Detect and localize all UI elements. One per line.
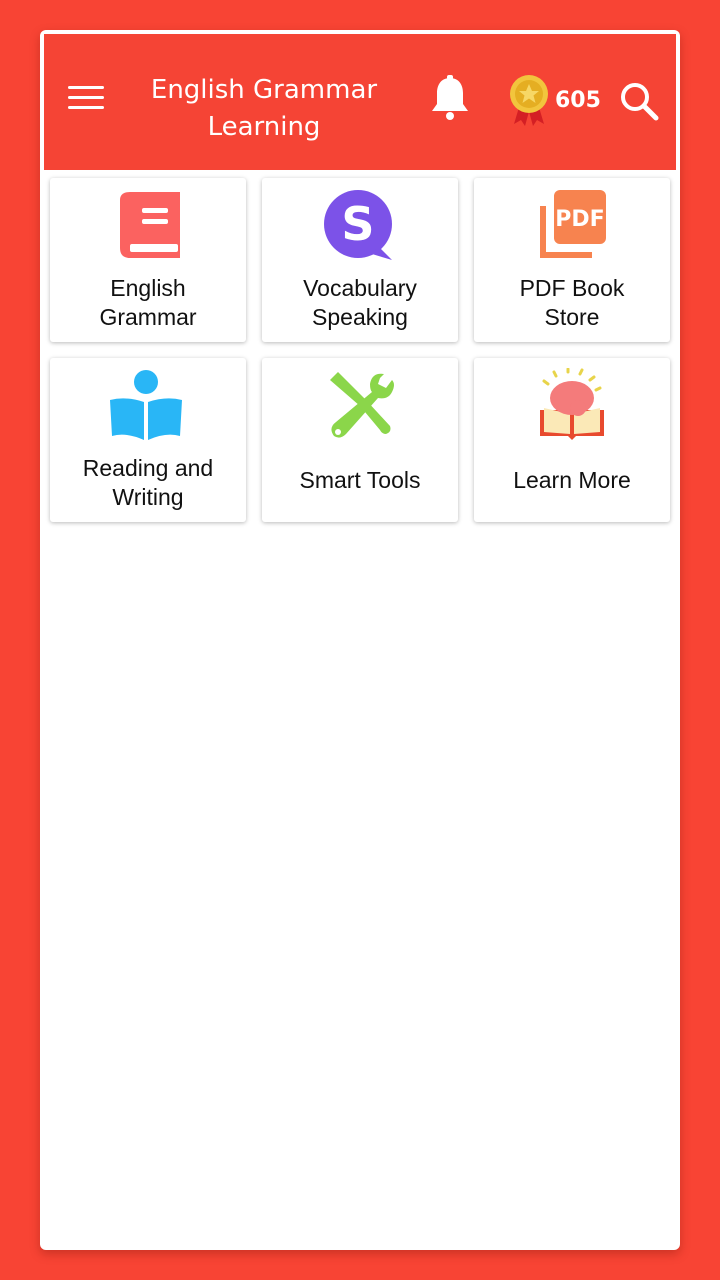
card-label-line-2: Store — [544, 304, 600, 330]
brain-book-icon — [540, 368, 604, 440]
menu-icon-bar — [68, 96, 104, 99]
card-label-line-1: Vocabulary — [303, 275, 417, 301]
medal-icon — [510, 75, 548, 126]
page-title: English Grammar Learning — [124, 72, 404, 146]
search-icon[interactable] — [618, 80, 660, 122]
title-line-2: Learning — [207, 112, 321, 142]
menu-card-vocabulary-speaking[interactable]: S Vocabulary Speaking — [262, 178, 458, 342]
menu-card-smart-tools[interactable]: Smart Tools — [262, 358, 458, 522]
menu-card-english-grammar[interactable]: English Grammar — [50, 178, 246, 342]
score-count: 605 — [555, 88, 601, 113]
menu-grid: English Grammar S Vocabulary Speaking PD… — [50, 178, 670, 522]
card-label-line-1: English — [110, 275, 186, 301]
card-label: PDF Book Store — [474, 274, 670, 332]
tools-icon — [330, 372, 394, 438]
menu-icon-bar — [68, 86, 104, 89]
app-screen: English Grammar Learning 605 English Gra… — [40, 30, 680, 1250]
card-label-line-2: Speaking — [312, 304, 408, 330]
speech-s-icon: S — [324, 190, 392, 260]
app-bar: English Grammar Learning 605 — [44, 34, 676, 170]
menu-card-reading-writing[interactable]: Reading and Writing — [50, 358, 246, 522]
card-label: Vocabulary Speaking — [262, 274, 458, 332]
title-line-1: English Grammar — [150, 75, 378, 105]
reader-icon — [110, 370, 182, 440]
menu-icon-bar — [68, 106, 104, 109]
card-label: Smart Tools — [299, 467, 421, 493]
card-label-line-2: Grammar — [99, 304, 197, 330]
svg-text:S: S — [341, 197, 374, 251]
menu-button[interactable] — [68, 86, 104, 116]
menu-card-learn-more[interactable]: Learn More — [474, 358, 670, 522]
pdf-icon: PDF — [540, 190, 606, 258]
menu-card-pdf-book-store[interactable]: PDF PDF Book Store — [474, 178, 670, 342]
card-label: English Grammar — [50, 274, 246, 332]
bell-icon[interactable] — [428, 74, 472, 124]
book-icon — [120, 192, 180, 258]
card-label-line-2: Writing — [112, 484, 184, 510]
card-label: Learn More — [513, 467, 631, 493]
card-label: Reading and Writing — [50, 454, 246, 512]
card-label-line-1: PDF Book — [519, 275, 625, 301]
card-label-line-1: Reading and — [82, 455, 214, 481]
svg-text:PDF: PDF — [555, 207, 604, 232]
